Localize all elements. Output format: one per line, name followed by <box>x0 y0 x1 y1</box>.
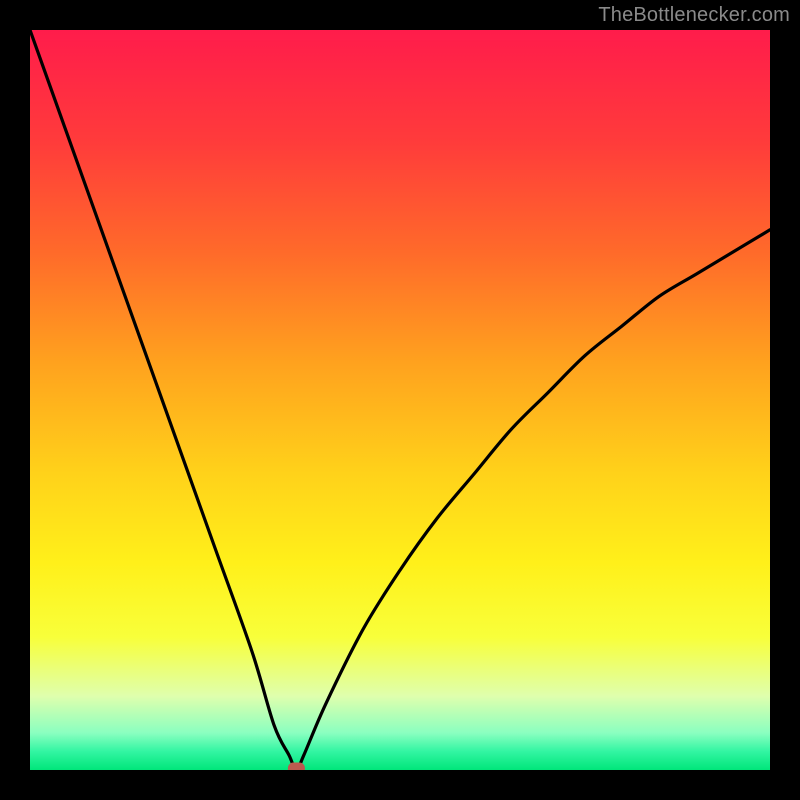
bottleneck-curve <box>30 30 770 770</box>
chart-frame: TheBottlenecker.com <box>0 0 800 800</box>
plot-area <box>30 30 770 770</box>
watermark-text: TheBottlenecker.com <box>598 4 790 27</box>
optimal-point-marker <box>288 763 304 770</box>
curve-layer <box>30 30 770 770</box>
